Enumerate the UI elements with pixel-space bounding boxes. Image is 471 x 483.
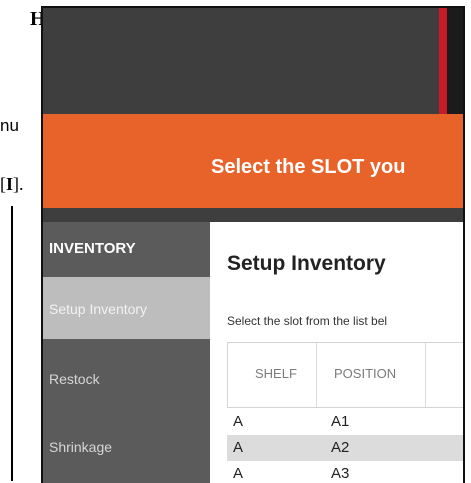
sidebar-item-setup-inventory[interactable]: Setup Inventory xyxy=(43,277,210,339)
cell-position: A1 xyxy=(331,413,350,430)
sidebar: INVENTORY Setup Inventory Restock Shrink… xyxy=(43,222,210,483)
app-title-bar xyxy=(43,8,463,114)
sidebar-header-inventory: INVENTORY xyxy=(43,222,210,277)
sidebar-item-shrinkage[interactable]: Shrinkage xyxy=(43,405,210,471)
cell-shelf: A xyxy=(233,413,244,430)
margin-vertical-rule xyxy=(11,206,13,481)
sidebar-header-label: INVENTORY xyxy=(49,240,136,257)
main-content: Setup Inventory Select the slot from the… xyxy=(210,222,463,483)
cell-position: A2 xyxy=(331,439,350,456)
app-screenshot: Select the SLOT you INVENTORY Setup Inve… xyxy=(41,6,465,483)
cell-shelf: A xyxy=(233,439,244,456)
ref-close: ]. xyxy=(13,174,24,194)
margin-text-fragment: nu xyxy=(0,116,19,135)
table-row[interactable]: A A1 xyxy=(227,409,463,435)
page-instruction: Select the slot from the list bel xyxy=(227,314,388,328)
banner-divider xyxy=(43,208,463,222)
title-bar-accent xyxy=(439,8,447,114)
sidebar-item-label: Restock xyxy=(49,371,100,387)
column-divider xyxy=(316,343,317,407)
cell-position: A3 xyxy=(331,465,350,482)
banner-text: Select the SLOT you xyxy=(211,156,406,178)
sidebar-item-restock[interactable]: Restock xyxy=(43,339,210,405)
table-header: SHELF POSITION xyxy=(227,342,463,408)
instruction-banner: Select the SLOT you xyxy=(43,114,463,208)
sidebar-item-label: Setup Inventory xyxy=(49,301,148,317)
cell-shelf: A xyxy=(233,465,244,482)
ref-letter: I xyxy=(6,174,14,194)
table-row[interactable]: A A2 xyxy=(227,435,463,461)
column-header-shelf[interactable]: SHELF xyxy=(255,366,297,381)
column-divider xyxy=(425,343,426,407)
page-title: Setup Inventory xyxy=(227,252,386,275)
table-row[interactable]: A A3 xyxy=(227,461,463,483)
sidebar-item-label: Shrinkage xyxy=(49,439,113,455)
margin-reference-fragment: [I]. xyxy=(0,174,24,195)
title-bar-edge xyxy=(447,8,463,114)
column-header-position[interactable]: POSITION xyxy=(334,366,396,381)
